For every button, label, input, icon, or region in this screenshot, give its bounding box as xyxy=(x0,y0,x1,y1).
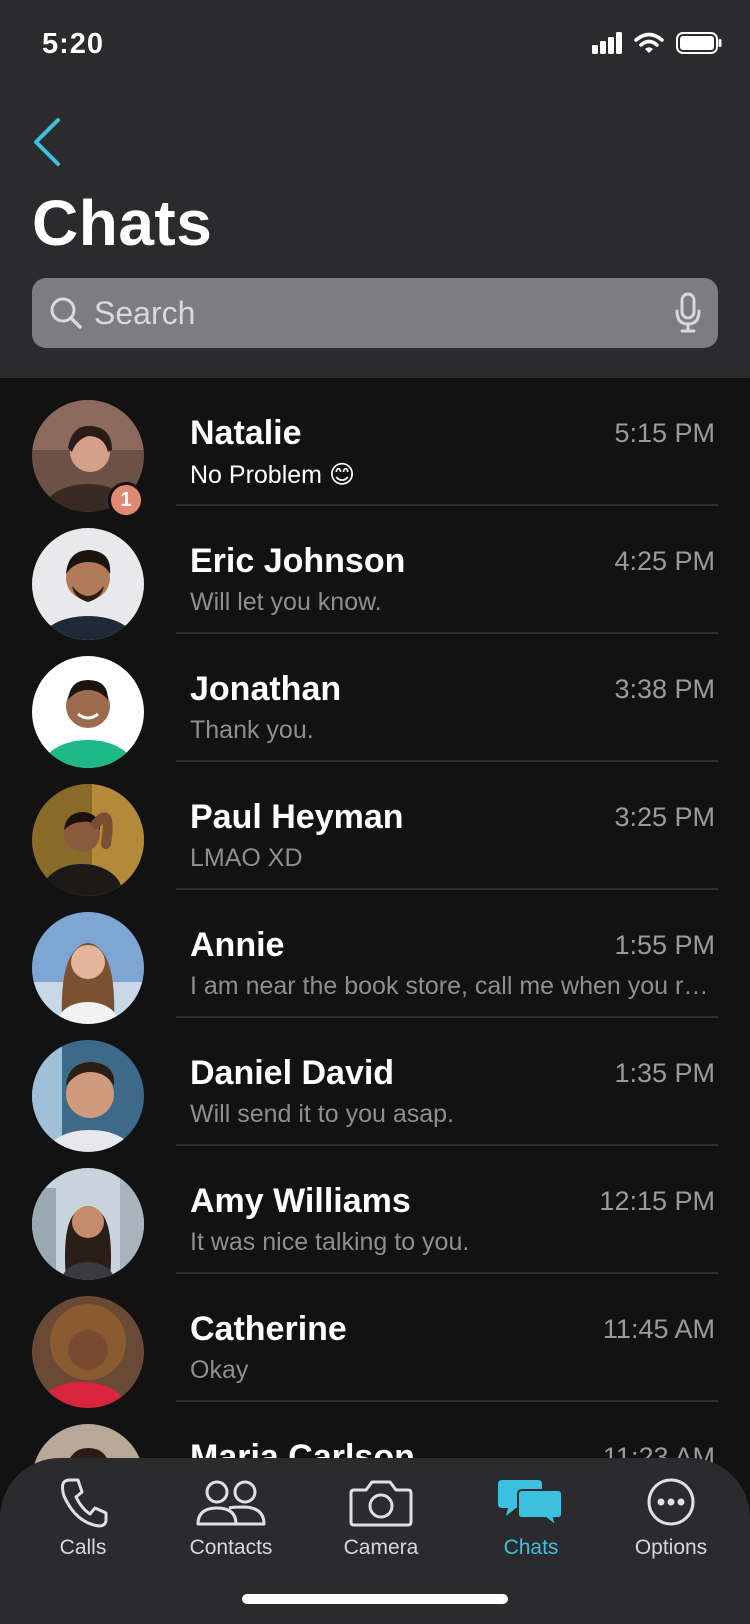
status-bar: 5:20 xyxy=(0,0,750,90)
search-input[interactable] xyxy=(94,278,654,348)
chat-name: Eric Johnson xyxy=(190,542,406,580)
chat-time: 1:55 PM xyxy=(614,930,715,960)
camera-icon xyxy=(349,1480,413,1527)
chat-row-paul-heyman[interactable]: Paul Heyman 3:25 PM LMAO XD xyxy=(0,762,750,896)
chat-row-natalie[interactable]: 1 Natalie 5:15 PM No Problem 😊 xyxy=(0,378,750,518)
chat-time: 1:35 PM xyxy=(614,1058,715,1088)
chevron-left-icon xyxy=(34,118,60,166)
chat-message: Okay xyxy=(190,1356,249,1384)
tab-label: Contacts xyxy=(189,1536,273,1559)
header: 5:20 Chats xyxy=(0,0,750,378)
search-icon xyxy=(50,297,82,329)
chat-time: 5:15 PM xyxy=(614,418,715,448)
avatar xyxy=(32,656,144,768)
tab-options[interactable]: Options xyxy=(596,1476,746,1576)
chat-name: Paul Heyman xyxy=(190,798,404,836)
chat-message: Will send it to you asap. xyxy=(190,1100,455,1128)
chat-message: No Problem 😊 xyxy=(190,461,356,489)
chat-name: Amy Williams xyxy=(190,1182,411,1220)
chat-name: Jonathan xyxy=(190,670,342,708)
chat-message: It was nice talking to you. xyxy=(190,1228,470,1256)
battery-icon xyxy=(676,32,722,54)
chat-name: Annie xyxy=(190,926,285,964)
chat-message: I am near the book store, call me when y… xyxy=(190,972,710,1000)
chat-message: Will let you know. xyxy=(190,588,382,616)
chat-time: 3:25 PM xyxy=(614,802,715,832)
phone-icon xyxy=(61,1478,108,1528)
tab-calls[interactable]: Calls xyxy=(8,1476,158,1576)
wifi-icon xyxy=(634,32,664,53)
chat-name: Catherine xyxy=(190,1310,347,1348)
page-title: Chats xyxy=(32,187,213,259)
chat-row-eric-johnson[interactable]: Eric Johnson 4:25 PM Will let you know. xyxy=(0,506,750,640)
avatar xyxy=(32,784,144,896)
tab-label: Chats xyxy=(503,1536,559,1559)
tab-camera[interactable]: Camera xyxy=(306,1476,456,1576)
chat-row-amy-williams[interactable]: Amy Williams 12:15 PM It was nice talkin… xyxy=(0,1146,750,1280)
tab-label: Camera xyxy=(343,1536,419,1559)
microphone-icon[interactable] xyxy=(674,292,702,334)
more-options-icon xyxy=(647,1478,695,1526)
tab-label: Options xyxy=(634,1536,708,1559)
contacts-icon xyxy=(196,1480,266,1526)
avatar xyxy=(32,1296,144,1408)
chat-row-jonathan[interactable]: Jonathan 3:38 PM Thank you. xyxy=(0,634,750,768)
chat-row-catherine[interactable]: Catherine 11:45 AM Okay xyxy=(0,1274,750,1408)
chat-message: LMAO XD xyxy=(190,844,303,872)
home-indicator xyxy=(242,1594,508,1604)
chat-time: 12:15 PM xyxy=(599,1186,715,1216)
chat-time: 4:25 PM xyxy=(614,546,715,576)
chat-name: Daniel David xyxy=(190,1054,395,1092)
chat-message: Thank you. xyxy=(190,716,314,744)
chat-time: 3:38 PM xyxy=(614,674,715,704)
chat-name: Natalie xyxy=(190,414,302,452)
back-button[interactable] xyxy=(28,112,72,172)
tab-label: Calls xyxy=(59,1536,107,1559)
avatar xyxy=(32,1168,144,1280)
chat-bubbles-icon xyxy=(498,1480,563,1528)
status-icons xyxy=(592,32,722,54)
avatar xyxy=(32,1040,144,1152)
chat-time: 11:45 AM xyxy=(602,1314,715,1344)
search-bar[interactable] xyxy=(32,278,718,348)
chat-row-annie[interactable]: Annie 1:55 PM I am near the book store, … xyxy=(0,890,750,1024)
signal-icon xyxy=(592,32,622,54)
tab-chats[interactable]: Chats xyxy=(456,1476,606,1576)
tab-contacts[interactable]: Contacts xyxy=(156,1476,306,1576)
avatar xyxy=(32,912,144,1024)
chat-list: 1 Natalie 5:15 PM No Problem 😊 Eric John… xyxy=(0,378,750,1536)
avatar xyxy=(32,528,144,640)
status-time: 5:20 xyxy=(42,28,105,60)
chat-row-daniel-david[interactable]: Daniel David 1:35 PM Will send it to you… xyxy=(0,1018,750,1152)
